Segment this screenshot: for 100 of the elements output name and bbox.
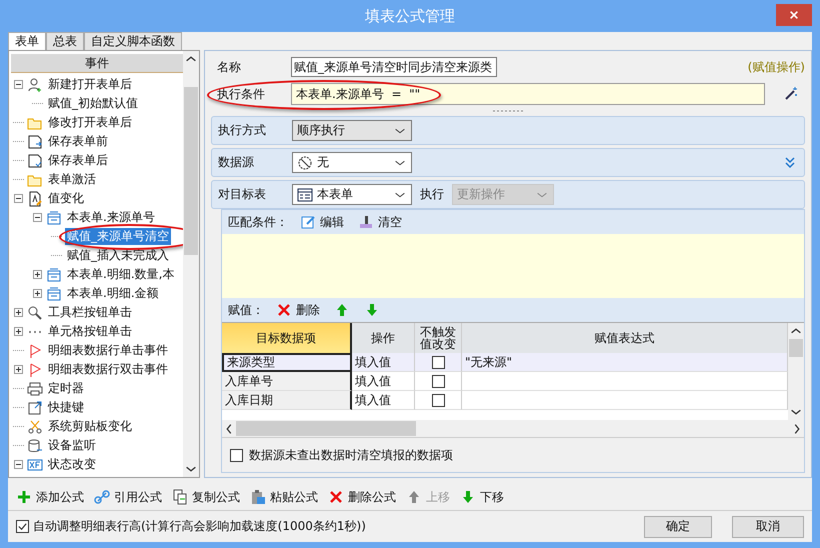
table-cell: "无来源": [462, 353, 788, 372]
table-cell: 填入值: [352, 372, 415, 391]
table-icon: [46, 286, 62, 302]
formula-icon: [27, 456, 43, 472]
checkbox[interactable]: [432, 374, 444, 388]
scroll-thumb[interactable]: [184, 87, 198, 255]
table-cell[interactable]: 入库日期: [222, 391, 352, 410]
tree-item[interactable]: 快捷键: [46, 399, 86, 416]
toolbar-button[interactable]: 下移: [458, 488, 506, 506]
window-title: 填表公式管理: [365, 6, 455, 26]
printer-icon: [27, 380, 43, 396]
expand-toggle[interactable]: [14, 327, 23, 336]
tree-item[interactable]: 本表单.明细.数量,本: [65, 266, 176, 283]
save-icon: [27, 134, 43, 150]
table-icon: [46, 266, 62, 282]
column-header[interactable]: 操作: [352, 323, 415, 353]
condition-field[interactable]: 本表单.来源单号 = "": [291, 83, 765, 105]
expand-toggle[interactable]: [33, 289, 42, 298]
table-icon: [46, 210, 62, 226]
toolbar-button[interactable]: 删除: [274, 302, 322, 318]
tree-item[interactable]: 赋值_初始默认值: [46, 95, 140, 112]
table-cell[interactable]: 来源类型: [222, 353, 352, 372]
tree-item[interactable]: 定时器: [46, 380, 86, 397]
column-header: 事件: [11, 54, 183, 73]
dropdown[interactable]: 本表单: [292, 184, 412, 205]
field-label: 数据源: [217, 154, 255, 171]
toolbar-button[interactable]: 粘贴公式: [248, 488, 320, 506]
collapse-toggle[interactable]: [14, 194, 23, 203]
tree-item[interactable]: 单元格按钮单击: [46, 323, 134, 340]
delete-icon: [276, 302, 292, 318]
scrollbar[interactable]: [183, 51, 199, 477]
database-icon: [27, 438, 43, 454]
collapse-toggle[interactable]: [33, 213, 42, 222]
tree-item[interactable]: 保存表单后: [46, 152, 110, 169]
checkbox[interactable]: [432, 356, 444, 368]
dropdown[interactable]: 无: [292, 152, 412, 173]
tree-item[interactable]: 新建打开表单后: [46, 76, 134, 93]
link-icon: [94, 489, 110, 505]
tree-item[interactable]: 值变化: [46, 190, 86, 207]
toolbar-button[interactable]: 编辑: [298, 214, 346, 230]
table-cell: 填入值: [352, 391, 415, 410]
tree-item[interactable]: 工具栏按钮单击: [46, 304, 134, 321]
tree-item[interactable]: 明细表数据行双击事件: [46, 361, 170, 378]
document-icon: [27, 190, 43, 206]
toolbar-button[interactable]: 清空: [356, 214, 404, 230]
scroll-thumb[interactable]: [236, 421, 416, 436]
field-label: 名称: [216, 58, 242, 76]
expand-toggle[interactable]: [33, 270, 42, 279]
copy-icon: [172, 489, 188, 505]
edit-icon: [300, 214, 316, 230]
plus-icon: [16, 489, 32, 505]
column-header[interactable]: 不触发值改变: [415, 323, 462, 353]
tree-item[interactable]: 保存表单前: [46, 133, 110, 150]
tree-item[interactable]: 修改打开表单后: [46, 114, 134, 131]
delete-icon: [328, 489, 344, 505]
down-arrow-icon: [460, 489, 476, 505]
toolbar-button[interactable]: 引用公式: [92, 488, 164, 506]
tree-item[interactable]: 表单激活: [46, 171, 98, 188]
checkbox[interactable]: [230, 448, 243, 462]
close-button[interactable]: [776, 4, 812, 26]
toolbar-button[interactable]: 添加公式: [14, 488, 86, 506]
expand-toggle[interactable]: [14, 308, 23, 317]
tab[interactable]: 表单: [8, 32, 46, 50]
tree-item[interactable]: 状态改变: [46, 456, 98, 473]
checkbox-label: 自动调整明细表行高(计算行高会影响加载速度(1000条约1秒)): [33, 518, 366, 535]
tree-item[interactable]: 设备监听: [46, 437, 98, 454]
tab[interactable]: 自定义脚本函数: [84, 32, 182, 50]
tree-item[interactable]: 赋值_来源单号清空: [65, 228, 171, 245]
tab[interactable]: 总表: [46, 32, 84, 50]
tree-item[interactable]: 系统剪贴板变化: [46, 418, 134, 435]
scrollbar[interactable]: [788, 323, 804, 420]
table-cell[interactable]: 入库单号: [222, 372, 352, 391]
toolbar-button[interactable]: 复制公式: [170, 488, 242, 506]
dialog-button[interactable]: 确定: [644, 516, 712, 538]
tree-item[interactable]: 本表单.明细.金额: [65, 285, 161, 302]
dialog-button[interactable]: 取消: [732, 516, 804, 538]
checkbox[interactable]: [16, 520, 29, 533]
wand-icon: [783, 86, 799, 102]
collapse-toggle[interactable]: [14, 80, 23, 89]
tree-item[interactable]: 明细表数据行单击事件: [46, 342, 170, 359]
save-icon: [27, 152, 43, 168]
type-label: (赋值操作): [748, 58, 805, 76]
dropdown[interactable]: 顺序执行: [292, 120, 412, 141]
user-icon: [27, 76, 43, 92]
tree-item[interactable]: 赋值_插入未完成入: [65, 247, 171, 264]
scrollbar[interactable]: [222, 420, 804, 438]
expand-toggle[interactable]: [14, 365, 23, 374]
toolbar-button[interactable]: 删除公式: [326, 488, 398, 506]
collapse-toggle[interactable]: [14, 460, 23, 469]
close-icon: [789, 10, 799, 20]
scroll-thumb[interactable]: [789, 339, 803, 357]
tree-item[interactable]: 本表单.来源单号: [65, 209, 157, 226]
toolbar-label: 赋值：: [228, 302, 264, 318]
table-cell: 填入值: [352, 353, 415, 372]
column-header[interactable]: 赋值表达式: [462, 323, 788, 353]
checkbox-label: 数据源未查出数据时清空填报的数据项: [249, 446, 453, 464]
name-field[interactable]: 赋值_来源单号清空时同步清空来源类: [291, 57, 497, 77]
checkbox[interactable]: [432, 394, 444, 406]
column-header[interactable]: 目标数据项: [222, 323, 352, 353]
splitter-grip: [493, 109, 523, 113]
